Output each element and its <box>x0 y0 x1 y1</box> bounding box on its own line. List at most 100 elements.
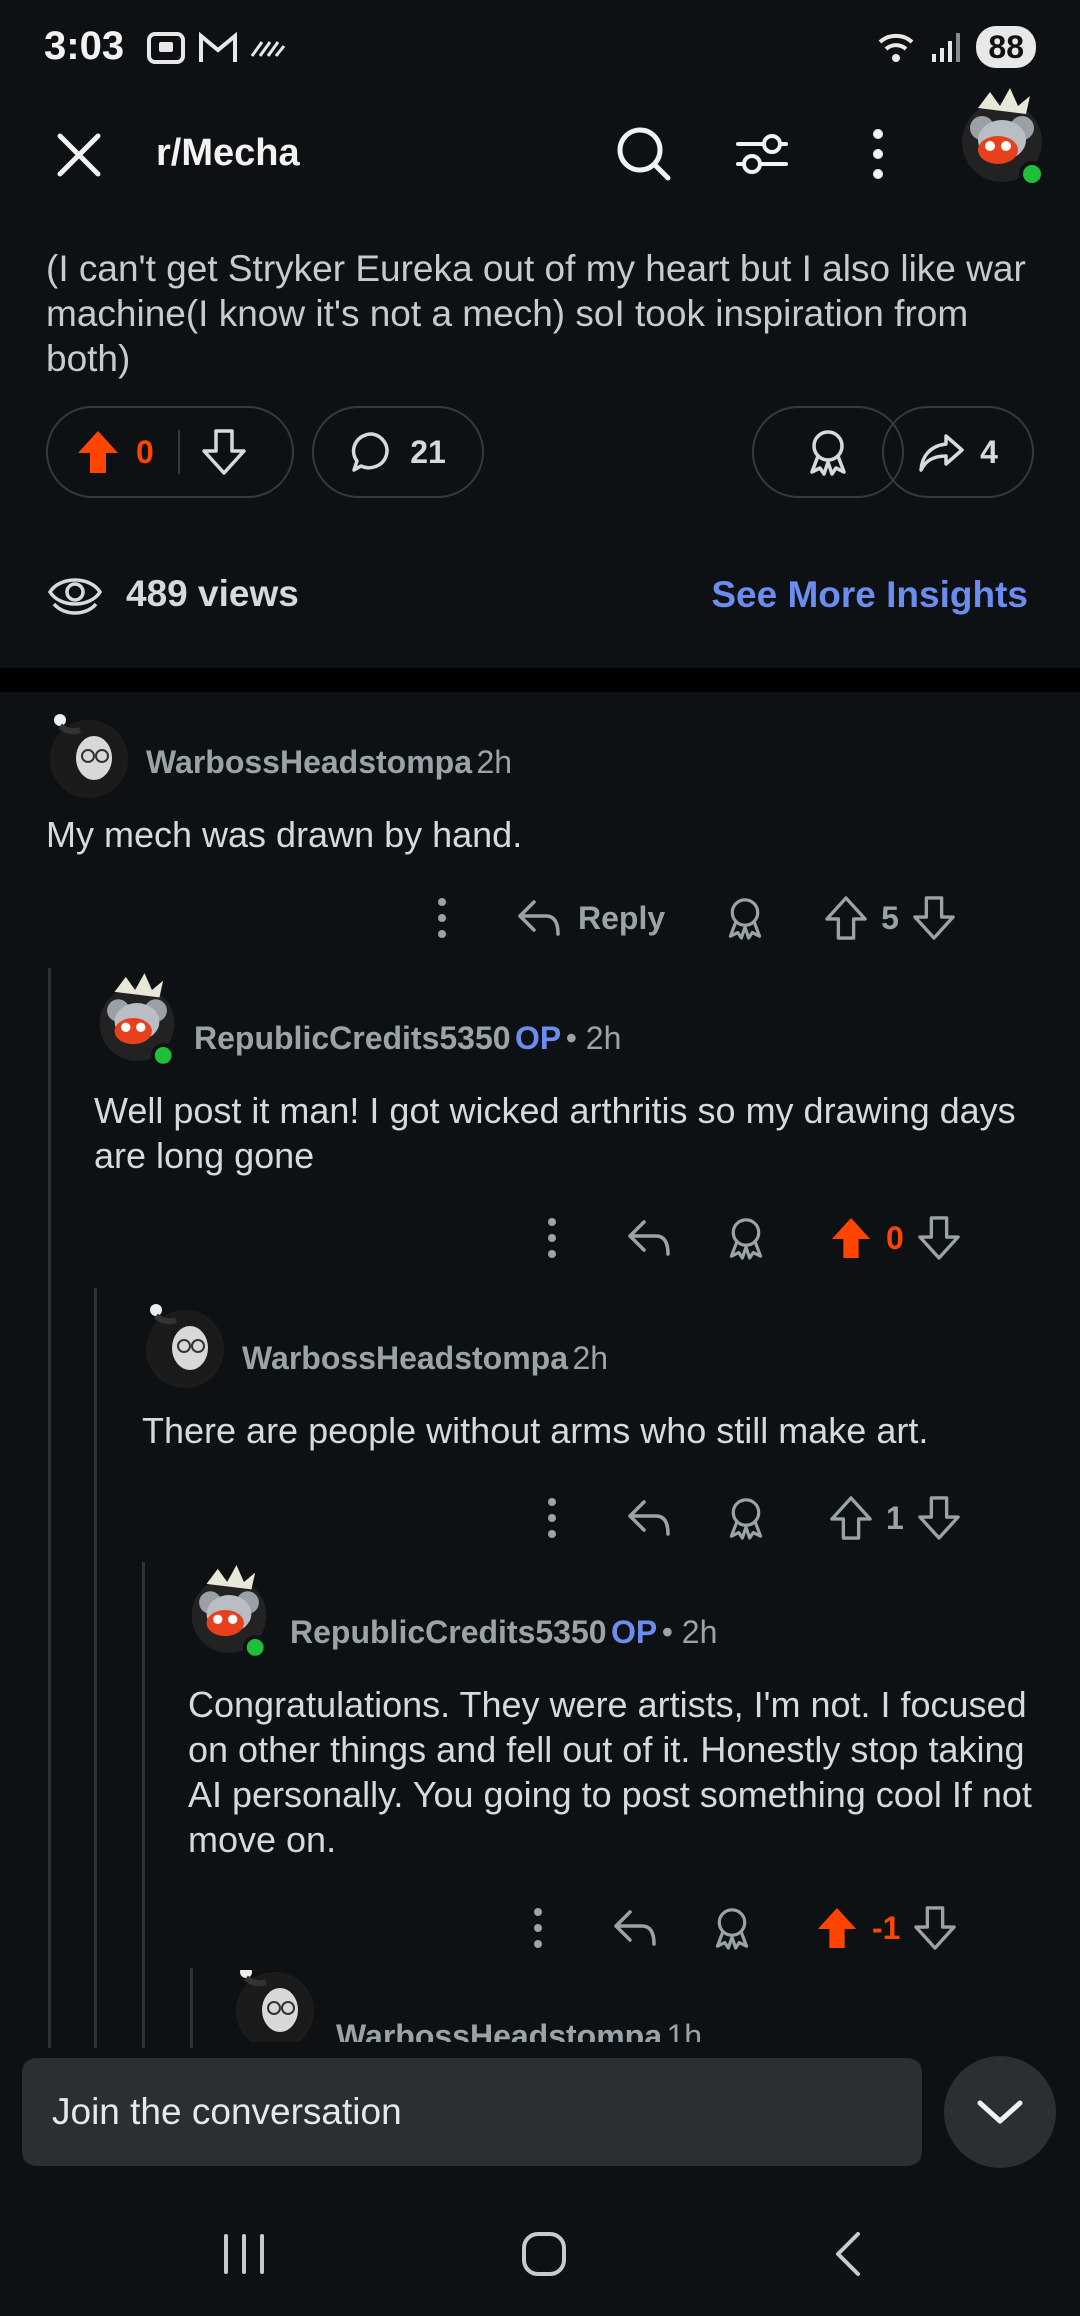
sort-filter-button[interactable] <box>734 126 790 182</box>
comment-text: My mech was drawn by hand. <box>46 814 523 855</box>
subreddit-name[interactable]: r/Mecha <box>156 132 300 175</box>
comment-text: Congratulations. They were artists, I'm … <box>188 1684 1032 1860</box>
upvote-icon <box>830 1496 872 1540</box>
republic-avatar-icon <box>99 973 176 1068</box>
comment-downvote-button[interactable] <box>914 1906 957 1950</box>
downvote-icon <box>918 1496 960 1540</box>
comment-avatar[interactable] <box>146 1304 224 1388</box>
downvote-button[interactable] <box>202 429 246 475</box>
screenshot-icon <box>147 32 185 64</box>
republic-avatar-icon <box>191 1565 268 1660</box>
upvote-icon <box>825 896 867 940</box>
signal-icon <box>932 33 961 62</box>
comment-more-button[interactable] <box>540 1496 564 1540</box>
comment-award-button[interactable] <box>726 1496 766 1540</box>
comment-time: 1h <box>666 2018 703 2042</box>
comment-avatar[interactable] <box>186 1560 268 1660</box>
comment-avatar[interactable] <box>236 1970 314 2042</box>
reply-button[interactable] <box>612 1908 656 1948</box>
vertical-dots-icon <box>873 129 883 179</box>
comment-avatar[interactable] <box>50 714 128 798</box>
comment-upvote-button[interactable] <box>816 1906 858 1950</box>
comment-actions: 1 <box>540 1496 960 1540</box>
downvote-icon <box>202 429 246 475</box>
back-button[interactable] <box>830 2230 864 2278</box>
comment-award-button[interactable] <box>725 896 765 940</box>
user-avatar-button[interactable] <box>956 84 1048 188</box>
search-icon <box>617 127 671 181</box>
upvote-filled-icon <box>817 1907 857 1949</box>
join-conversation-input[interactable]: Join the conversation <box>22 2058 922 2166</box>
post-body-text: (I can't get Stryker Eureka out of my he… <box>46 248 1026 379</box>
wifi-icon <box>879 33 914 62</box>
comment-upvote-button[interactable] <box>825 896 867 940</box>
avatar-icon <box>962 88 1045 187</box>
op-badge: OP <box>515 1020 562 1056</box>
comment-award-button[interactable] <box>726 1216 766 1260</box>
vertical-dots-icon <box>534 1908 542 1948</box>
comment-text: Well post it man! I got wicked arthritis… <box>94 1090 1016 1176</box>
reply-label: Reply <box>578 899 666 936</box>
comment-downvote-button[interactable] <box>913 896 955 940</box>
see-more-insights-link[interactable]: See More Insights <box>711 574 1028 616</box>
comment-time: • 2h <box>661 1614 718 1650</box>
vertical-dots-icon <box>548 1498 556 1538</box>
downvote-icon <box>914 1906 957 1950</box>
comment-author[interactable]: WarbossHeadstompa <box>146 744 472 780</box>
comment-vote-count: 5 <box>881 899 899 936</box>
comment-actions: -1 <box>526 1906 957 1950</box>
comment-downvote-button[interactable] <box>918 1496 960 1540</box>
comment-author[interactable]: WarbossHeadstompa <box>336 2018 662 2042</box>
comment-more-button[interactable] <box>430 896 454 940</box>
recent-apps-button[interactable] <box>220 2232 268 2276</box>
upvote-filled-icon <box>78 431 118 473</box>
comment-text: There are people without arms who still … <box>142 1410 929 1451</box>
comment-bubble-icon <box>352 432 389 472</box>
comment-award-button[interactable] <box>712 1906 752 1950</box>
comment-author[interactable]: WarbossHeadstompa <box>242 1340 568 1376</box>
comment-downvote-button[interactable] <box>918 1216 960 1260</box>
thread-line-level-2 <box>94 1288 97 2048</box>
section-separator <box>0 668 1080 692</box>
comment-time: 2h <box>476 744 513 780</box>
vote-divider <box>177 430 180 474</box>
warboss-avatar-icon <box>149 1304 221 1384</box>
reply-button[interactable]: Reply <box>516 898 665 938</box>
search-button[interactable] <box>614 124 674 184</box>
comment-avatar[interactable] <box>94 968 176 1068</box>
comment-author[interactable]: RepublicCredits5350 <box>194 1020 511 1056</box>
more-options-button[interactable] <box>862 126 894 182</box>
status-time: 3:03 <box>44 24 125 68</box>
comment-vote-count: 1 <box>886 1499 904 1536</box>
warboss-avatar-icon <box>239 1970 311 2042</box>
upvote-button[interactable] <box>76 429 120 475</box>
system-nav-bar <box>0 2196 1080 2316</box>
comments-button[interactable]: 21 <box>312 406 484 498</box>
status-notification-icons <box>146 30 286 66</box>
views-count: 489 views <box>126 573 299 614</box>
comment-time: 2h <box>572 1340 609 1376</box>
comment-more-button[interactable] <box>540 1216 564 1260</box>
post-vote-count: 0 <box>136 433 154 470</box>
vertical-dots-icon <box>548 1218 556 1258</box>
close-button[interactable] <box>52 128 106 182</box>
downvote-icon <box>913 896 955 940</box>
comment-vote-count: -1 <box>872 1909 901 1946</box>
share-button[interactable]: 4 <box>882 406 1034 498</box>
comment-more-button[interactable] <box>526 1906 550 1950</box>
reply-button[interactable] <box>626 1498 670 1538</box>
reply-arrow-icon <box>614 1910 656 1946</box>
battery-level: 88 <box>976 26 1036 68</box>
status-right-icons: 88 <box>876 26 1036 68</box>
reply-arrow-icon <box>628 1220 670 1256</box>
comment-author[interactable]: RepublicCredits5350 <box>290 1614 607 1650</box>
home-button[interactable] <box>520 2230 568 2278</box>
upvote-filled-icon <box>831 1217 871 1259</box>
comment-upvote-button[interactable] <box>830 1496 872 1540</box>
gmail-icon <box>199 32 237 62</box>
recent-apps-icon <box>224 2234 264 2274</box>
collapse-thread-button[interactable] <box>944 2056 1056 2168</box>
chevron-down-icon <box>977 2100 1023 2124</box>
comment-upvote-button[interactable] <box>830 1216 872 1260</box>
reply-button[interactable] <box>626 1218 670 1258</box>
